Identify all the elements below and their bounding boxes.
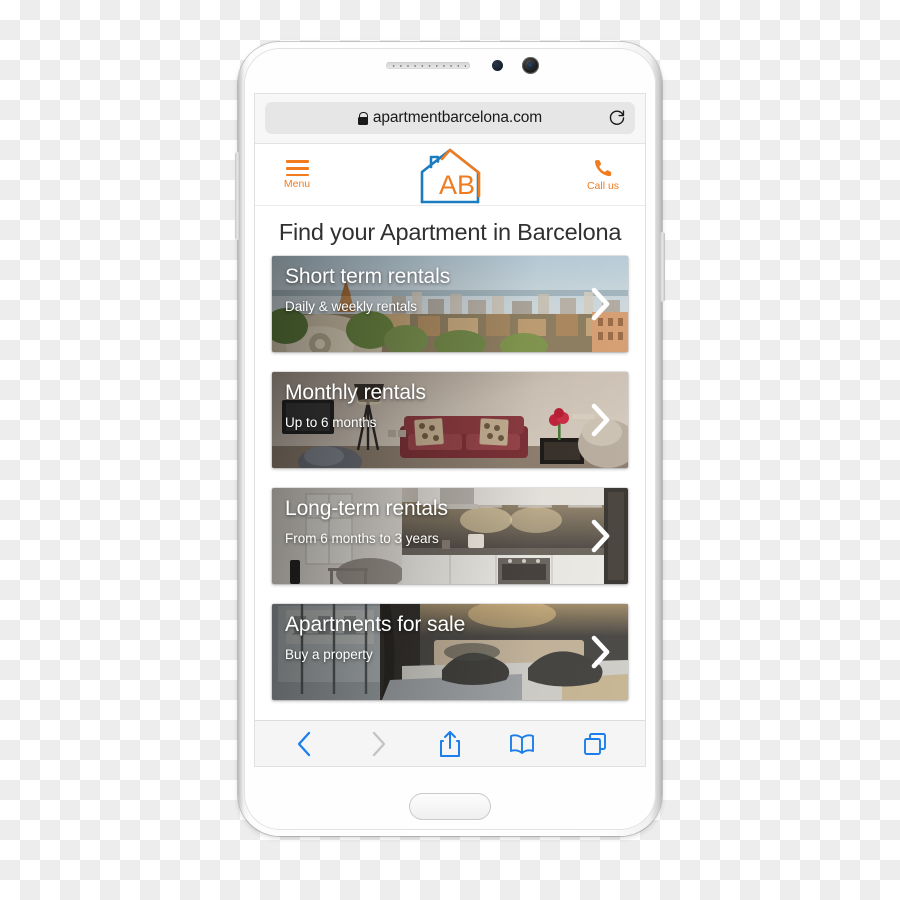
smartphone-device: apartmentbarcelona.com Menu AB Call us F… [235, 42, 665, 836]
browser-chrome: apartmentbarcelona.com [255, 94, 645, 144]
card-text: Long-term rentals From 6 months to 3 yea… [285, 497, 580, 546]
chevron-right-icon [590, 403, 612, 437]
reload-icon[interactable] [608, 109, 626, 127]
card-subtitle: Buy a property [285, 646, 373, 662]
hamburger-icon [285, 159, 309, 177]
card-title: Apartments for sale [285, 613, 466, 637]
bookmarks-button[interactable] [504, 729, 540, 759]
browser-bottom-toolbar [255, 720, 645, 766]
forward-button [360, 729, 396, 759]
phone-top-bezel [238, 42, 662, 94]
phone-screen: apartmentbarcelona.com Menu AB Call us F… [255, 94, 645, 766]
page-title: Find your Apartment in Barcelona [278, 219, 622, 245]
url-host-text: apartmentbarcelona.com [372, 109, 543, 126]
site-header: Menu AB Call us [255, 144, 645, 206]
power-button[interactable] [660, 232, 665, 302]
volume-button[interactable] [235, 152, 240, 240]
card-text: Monthly rentals Up to 6 months [285, 381, 580, 430]
url-text-group: apartmentbarcelona.com [357, 109, 543, 127]
tabs-button[interactable] [577, 729, 613, 759]
site-logo[interactable]: AB [412, 146, 488, 204]
category-card-list: Short term rentals Daily & weekly rental… [255, 256, 645, 701]
card-subtitle: From 6 months to 3 years [285, 530, 439, 546]
card-long-term-rentals[interactable]: Long-term rentals From 6 months to 3 yea… [272, 488, 628, 585]
menu-button[interactable]: Menu [269, 159, 325, 190]
call-us-button[interactable]: Call us [575, 158, 631, 192]
card-subtitle: Up to 6 months [285, 414, 377, 430]
url-bar[interactable]: apartmentbarcelona.com [265, 102, 635, 134]
chevron-right-icon [590, 635, 612, 669]
earpiece-speaker-icon [386, 62, 470, 69]
card-title: Monthly rentals [285, 381, 426, 405]
share-button[interactable] [432, 729, 468, 759]
card-title: Long-term rentals [285, 497, 448, 521]
svg-text:AB: AB [439, 170, 475, 200]
card-apartments-for-sale[interactable]: Apartments for sale Buy a property [272, 604, 628, 701]
card-text: Short term rentals Daily & weekly rental… [285, 265, 580, 314]
card-title: Short term rentals [285, 265, 451, 289]
phone-icon [592, 158, 614, 178]
front-camera-icon [522, 57, 539, 74]
card-subtitle: Daily & weekly rentals [285, 298, 418, 314]
card-short-term-rentals[interactable]: Short term rentals Daily & weekly rental… [272, 256, 628, 353]
back-button[interactable] [287, 729, 323, 759]
chevron-right-icon [590, 519, 612, 553]
hero-section: Find your Apartment in Barcelona [255, 206, 645, 256]
chevron-right-icon [590, 287, 612, 321]
home-button[interactable] [409, 793, 491, 820]
menu-label: Menu [283, 178, 311, 191]
card-text: Apartments for sale Buy a property [285, 613, 580, 662]
proximity-sensor-icon [492, 60, 503, 71]
call-us-label: Call us [586, 179, 620, 192]
lock-icon [357, 111, 369, 125]
card-monthly-rentals[interactable]: Monthly rentals Up to 6 months [272, 372, 628, 469]
